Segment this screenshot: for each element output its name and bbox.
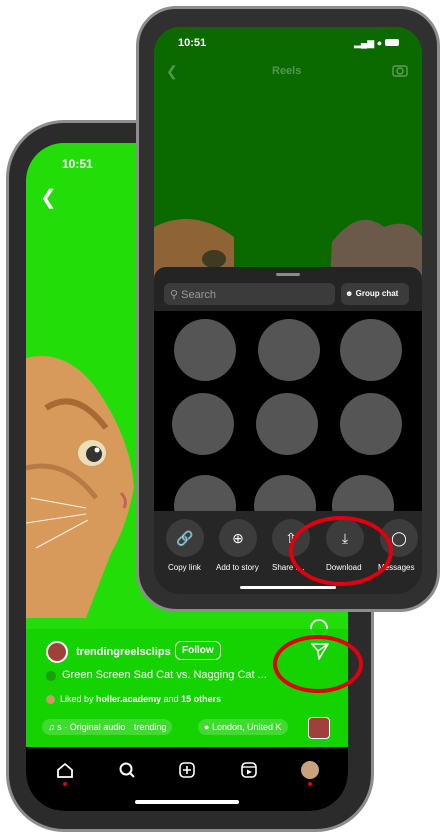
reels-header-title: Reels [272,65,302,77]
contact-avatar[interactable] [258,319,320,381]
contact-avatar[interactable] [340,393,402,455]
search-placeholder: Search [181,289,216,301]
liked-others[interactable]: 15 others [181,694,221,704]
group-add-icon: ☻ [345,289,354,298]
status-time: 10:51 [178,37,207,49]
wifi-icon: ● [376,38,383,48]
reels-icon[interactable] [240,761,258,784]
liked-by-text[interactable]: Liked by holler.academy and 15 others [60,694,221,704]
reel-caption[interactable]: Green Screen Sad Cat vs. Nagging Cat ... [62,669,267,681]
audio-chip[interactable]: ♫ s · Original audio trending [42,719,173,735]
liked-avatar [46,695,55,704]
location-chip[interactable]: ● London, United K [198,719,288,735]
creator-avatar[interactable] [46,641,68,663]
creator-username[interactable]: trendingreelsclips [76,646,171,658]
search-icon[interactable] [118,761,136,784]
home-icon[interactable] [56,761,74,784]
share-highlight-ring [273,635,363,693]
search-input[interactable]: ⚲ Search [164,283,335,305]
music-note-icon: ♫ [48,722,55,732]
home-indicator [240,586,336,589]
home-indicator [135,800,239,804]
copy-link-label: Copy link [168,563,201,572]
chevron-left-icon[interactable]: ❮ [40,185,57,210]
liked-prefix: Liked by [60,694,94,704]
contact-avatar[interactable] [332,475,394,511]
link-icon: 🔗 [166,519,204,557]
group-chat-label: Group chat [355,289,399,298]
signal-icon: ▂▄▆ [354,38,375,48]
download-highlight-ring [289,516,393,586]
chevron-left-icon[interactable]: ❮ [166,63,178,80]
group-chat-button[interactable]: ☻ Group chat [341,283,409,305]
liked-user[interactable]: holler.academy [96,694,161,704]
profile-avatar[interactable] [301,761,319,779]
copy-link-action[interactable]: 🔗 [166,519,204,557]
contact-avatar[interactable] [174,475,236,511]
contact-avatar[interactable] [256,393,318,455]
search-icon: ⚲ [170,289,179,301]
sheet-grabber[interactable] [276,273,300,276]
contacts-grid [154,311,422,511]
camera-icon[interactable] [392,63,408,82]
contact-avatar[interactable] [254,475,316,511]
follow-button[interactable]: Follow [175,641,221,660]
liked-connector: and [163,694,179,704]
home-active-dot [63,782,67,786]
contact-avatar[interactable] [174,319,236,381]
add-story-icon: ⊕ [219,519,257,557]
contact-avatar[interactable] [340,319,402,381]
battery-icon [384,39,399,46]
status-time: 10:51 [62,157,93,171]
cat-image [26,356,134,618]
add-to-story-action[interactable]: ⊕ [219,519,257,557]
add-to-story-label: Add to story [216,563,259,572]
contact-avatar[interactable] [172,393,234,455]
audio-chip-label: s · Original audio [57,722,126,732]
location-label: London, United K [211,722,282,732]
profile-dot [308,782,312,786]
share-sheet-screen: 10:51 ▂▄▆ ● ❮ Reels ⚲ Search ☻ Group cha… [154,27,422,594]
caption-dot [46,671,56,681]
location-pin-icon: ● [204,722,210,732]
audio-thumbnail[interactable] [308,717,330,739]
create-icon[interactable] [178,761,196,784]
status-icons: ▂▄▆ ● [354,38,399,49]
trending-label: trending [133,722,167,732]
